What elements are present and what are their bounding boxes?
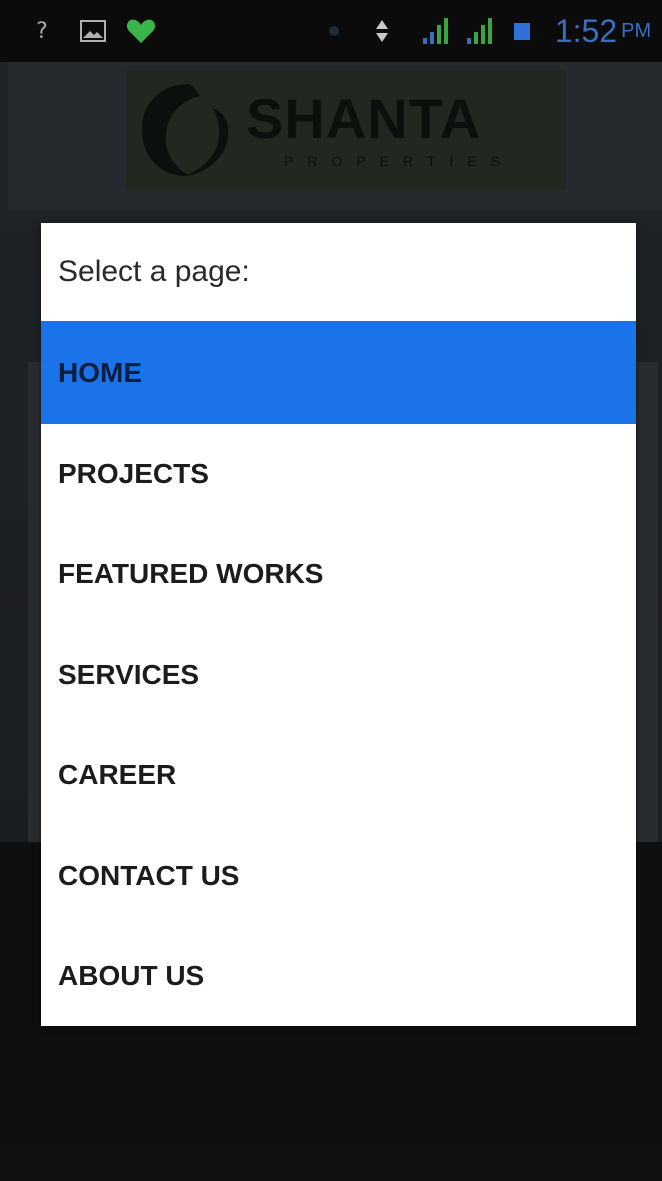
dialog-title: Select a page: [41, 223, 636, 323]
menu-item-contact-us[interactable]: CONTACT US [41, 826, 636, 927]
sync-dot-icon [322, 0, 346, 62]
heart-icon [124, 0, 158, 62]
signal-icon [420, 0, 456, 62]
menu-item-featured-works[interactable]: FEATURED WORKS [41, 524, 636, 625]
help-icon: ? [36, 18, 48, 44]
clock-time: 1:52 [554, 12, 618, 49]
clock-ampm: PM [621, 19, 652, 42]
image-icon [78, 0, 108, 62]
battery-icon [510, 0, 534, 62]
page-select-dialog: Select a page: HOME PROJECTS FEATURED WO… [41, 223, 636, 1026]
menu-item-home[interactable]: HOME [41, 323, 636, 424]
menu-item-career[interactable]: CAREER [41, 725, 636, 826]
signal-icon [464, 0, 500, 62]
menu-item-projects[interactable]: PROJECTS [41, 424, 636, 525]
screen: ? 1:52 PM SHANTA PROPERTIES Select a pag… [0, 0, 662, 1181]
clock: 1:52 PM [544, 0, 662, 62]
menu-item-about-us[interactable]: ABOUT US [41, 926, 636, 1027]
menu-item-services[interactable]: SERVICES [41, 625, 636, 726]
data-arrows-icon [370, 0, 394, 62]
status-bar: ? 1:52 PM [0, 0, 662, 62]
